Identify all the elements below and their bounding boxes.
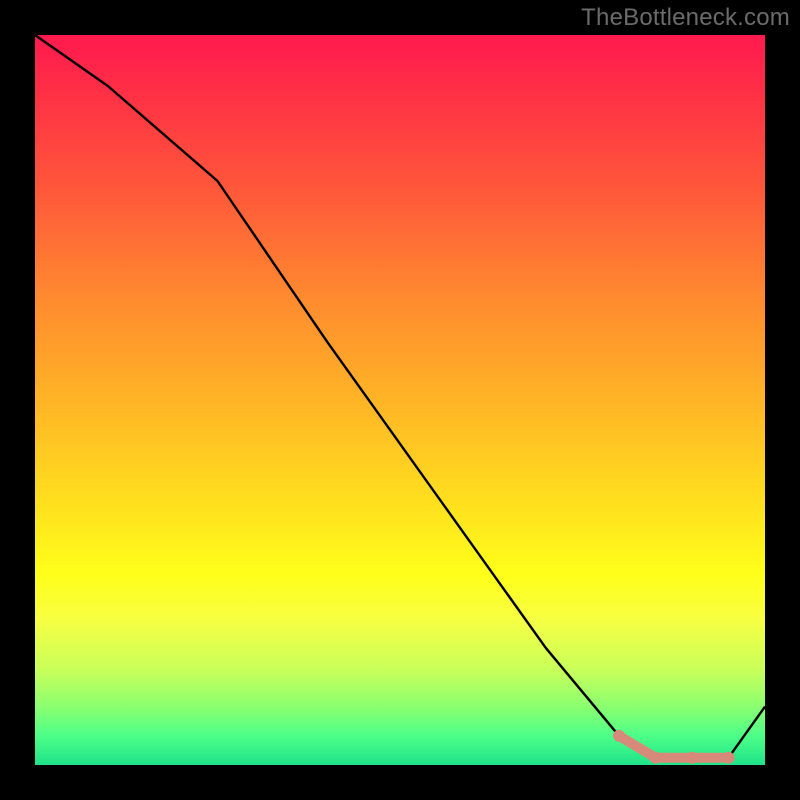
optimal-zone-line — [619, 736, 729, 758]
optimal-zone-marker — [613, 730, 625, 742]
plot-area — [35, 35, 765, 765]
optimal-zone-marker — [686, 752, 698, 764]
bottleneck-curve — [35, 35, 765, 758]
optimal-zone-marker — [723, 752, 735, 764]
watermark-text: TheBottleneck.com — [581, 4, 790, 32]
chart-frame: TheBottleneck.com — [0, 0, 800, 800]
chart-svg — [35, 35, 765, 765]
optimal-zone-marker — [650, 752, 662, 764]
